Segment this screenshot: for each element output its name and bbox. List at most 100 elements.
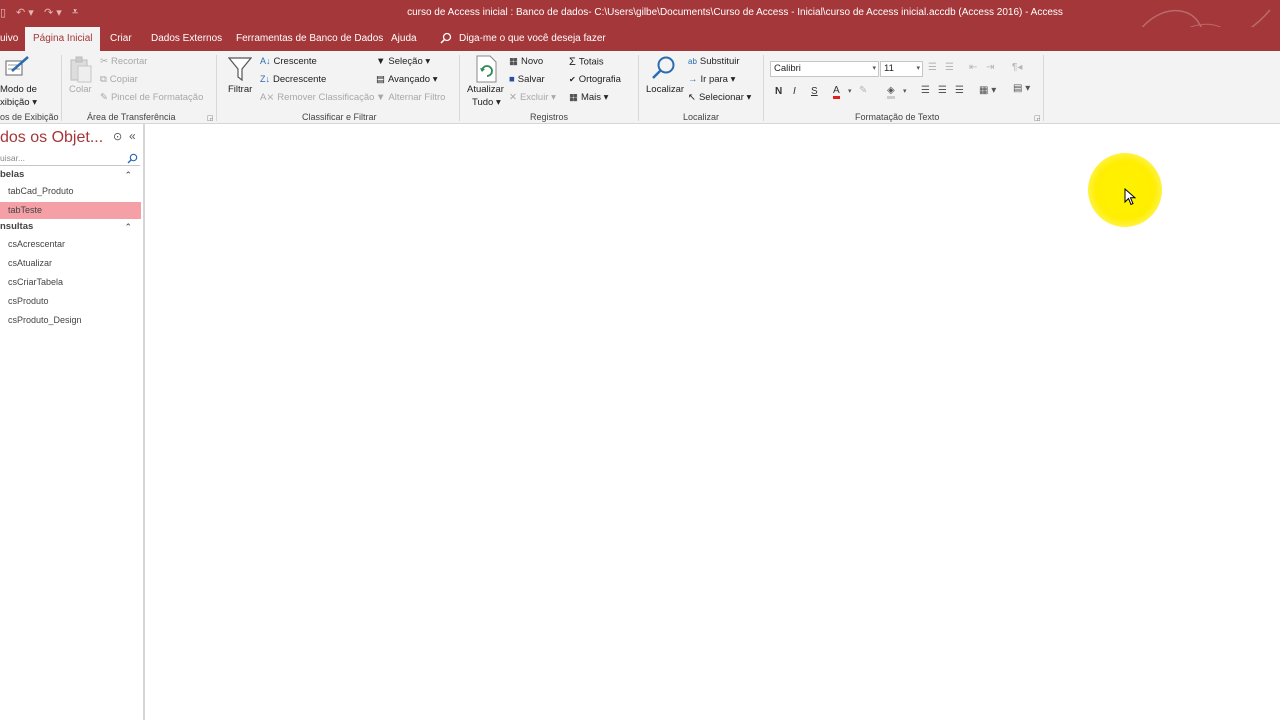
sort-ascending-icon: A↓ xyxy=(260,56,271,67)
font-size-combo[interactable]: 11 ▾ xyxy=(880,61,923,77)
nav-item-csCriarTabela[interactable]: csCriarTabela xyxy=(0,274,141,291)
selection-button[interactable]: ▼ Seleção ▾ xyxy=(376,56,430,67)
rtl-icon[interactable]: ¶◂ xyxy=(1012,62,1022,73)
tab-help[interactable]: Ajuda xyxy=(391,27,417,51)
italic-button[interactable]: I xyxy=(793,86,796,97)
view-button-line2[interactable]: xibição ▾ xyxy=(0,97,37,108)
advanced-label: Avançado xyxy=(387,74,431,86)
underline-button[interactable]: S xyxy=(811,86,818,97)
chevron-circle-down-icon[interactable]: ⊙ xyxy=(113,130,122,143)
tab-external-data[interactable]: Dados Externos xyxy=(151,27,222,51)
paste-button[interactable]: Colar xyxy=(69,84,92,95)
toggle-filter-label: Alternar Filtro xyxy=(388,92,446,104)
collapse-pane-icon[interactable]: « xyxy=(129,129,136,143)
chevron-down-icon: ▾ xyxy=(872,65,876,72)
format-painter-button[interactable]: ✎ Pincel de Formatação xyxy=(100,92,203,103)
search-icon[interactable] xyxy=(127,153,138,164)
toggle-filter-button[interactable]: ▼ Alternar Filtro xyxy=(376,92,445,103)
numbering-icon[interactable]: ☰ xyxy=(945,62,954,73)
copy-button[interactable]: ⧉ Copiar xyxy=(100,74,138,85)
goto-button[interactable]: → Ir para ▾ xyxy=(688,74,735,85)
align-left-icon[interactable]: ☰ xyxy=(921,85,930,96)
tab-home[interactable]: Página Inicial xyxy=(25,27,101,51)
refresh-all-line1[interactable]: Atualizar xyxy=(467,84,504,95)
filter-button[interactable]: Filtrar xyxy=(228,84,252,95)
view-button-line1[interactable]: Modo de xyxy=(0,84,37,95)
nav-group-tables[interactable]: belas ⌃ xyxy=(0,167,140,183)
selection-label: Seleção xyxy=(388,56,423,68)
navigation-pane: dos os Objet... ⊙ « uisar... belas ⌃ tab… xyxy=(0,124,145,720)
views-group-label: os de Exibição xyxy=(0,112,59,122)
save-record-button[interactable]: ■ Salvar xyxy=(509,74,545,85)
new-record-button[interactable]: ▦ Novo xyxy=(509,56,543,67)
text-formatting-launcher-icon[interactable]: ◲ xyxy=(1034,114,1041,122)
mouse-pointer-icon xyxy=(1124,188,1136,206)
nav-item-tabCad_Produto[interactable]: tabCad_Produto xyxy=(0,183,141,200)
delete-record-button[interactable]: ✕ Excluir ▾ xyxy=(509,92,556,103)
highlight-icon[interactable]: ✎ xyxy=(859,85,867,96)
alternate-row-color-icon[interactable]: ▤ ▾ xyxy=(1013,83,1030,94)
text-formatting-group-label: Formatação de Texto xyxy=(855,112,940,122)
spelling-label: Ortografia xyxy=(578,74,621,85)
sort-ascending-button[interactable]: A↓ Crescente xyxy=(260,56,317,67)
spelling-button[interactable]: ✔ Ortografia xyxy=(569,74,621,85)
find-button[interactable]: Localizar xyxy=(646,84,684,95)
more-button[interactable]: ▦ Mais ▾ xyxy=(569,92,608,103)
refresh-all-icon[interactable] xyxy=(474,55,498,83)
gridlines-icon[interactable]: ▦ ▾ xyxy=(979,85,996,96)
remove-sort-button[interactable]: A⨯ Remover Classificação xyxy=(260,92,374,103)
sort-descending-button[interactable]: Z↓ Decrescente xyxy=(260,74,326,85)
font-color-icon[interactable]: A xyxy=(833,85,840,99)
filter-icon[interactable] xyxy=(228,56,252,82)
decrease-indent-icon[interactable]: ⇤ xyxy=(969,62,977,73)
replace-label: Substituir xyxy=(699,56,740,67)
nav-item-csAcrescentar[interactable]: csAcrescentar xyxy=(0,236,141,253)
nav-item-csProduto_Design[interactable]: csProduto_Design xyxy=(0,312,141,329)
selection-filter-icon: ▼ xyxy=(376,56,386,67)
refresh-all-line2[interactable]: Tudo ▾ xyxy=(472,97,501,108)
align-center-icon[interactable]: ☰ xyxy=(938,85,947,96)
arrow-right-icon: → xyxy=(688,74,698,85)
find-icon[interactable] xyxy=(651,55,677,81)
separator xyxy=(638,55,639,121)
search-input[interactable]: uisar... xyxy=(0,151,140,166)
clipboard-launcher-icon[interactable]: ◲ xyxy=(207,114,214,122)
scissors-icon: ✂ xyxy=(100,56,108,67)
advanced-button[interactable]: ▤ Avançado ▾ xyxy=(376,74,438,85)
replace-button[interactable]: ab Substituir xyxy=(688,56,740,67)
tab-database-tools[interactable]: Ferramentas de Banco de Dados xyxy=(236,27,383,51)
delete-icon: ✕ xyxy=(509,92,517,103)
window-title: curso de Access inicial : Banco de dados… xyxy=(407,7,1063,18)
title-bar: ▯ ↶ ▾ ↷ ▾ ⩡ curso de Access inicial : Ba… xyxy=(0,0,1280,41)
align-right-icon[interactable]: ☰ xyxy=(955,85,964,96)
bold-button[interactable]: N xyxy=(775,86,782,97)
nav-item-csProduto[interactable]: csProduto xyxy=(0,293,141,310)
view-mode-icon[interactable] xyxy=(4,55,30,79)
chevron-down-icon[interactable]: ▾ xyxy=(848,87,852,95)
paintbrush-icon: ✎ xyxy=(100,92,108,103)
cut-button[interactable]: ✂ Recortar xyxy=(100,56,147,67)
nav-group-queries[interactable]: nsultas ⌃ xyxy=(0,219,140,235)
increase-indent-icon[interactable]: ⇥ xyxy=(986,62,994,73)
delete-label: Excluir xyxy=(519,92,549,104)
tab-file[interactable]: uivo xyxy=(0,27,18,51)
fill-color-icon[interactable]: ◈ xyxy=(887,85,895,99)
font-name-combo[interactable]: Calibri ▾ xyxy=(770,61,879,77)
refresh-label: Tudo xyxy=(472,97,494,108)
tell-me-box[interactable]: Diga-me o que você deseja fazer xyxy=(459,27,606,51)
format-painter-label: Pincel de Formatação xyxy=(110,92,204,104)
select-button[interactable]: ↖ Selecionar ▾ xyxy=(688,92,751,103)
tell-me-search-icon[interactable] xyxy=(440,27,452,51)
paste-icon[interactable] xyxy=(69,56,93,84)
totals-button[interactable]: Σ Totais xyxy=(569,56,604,68)
save-icon: ■ xyxy=(509,74,515,85)
chevron-down-icon[interactable]: ▾ xyxy=(903,87,907,95)
nav-item-tabTeste[interactable]: tabTeste xyxy=(0,202,141,219)
bullets-icon[interactable]: ☰ xyxy=(928,62,937,73)
records-group-label: Registros xyxy=(530,112,569,122)
navigation-pane-title[interactable]: dos os Objet... xyxy=(0,129,103,147)
tab-create[interactable]: Criar xyxy=(110,27,132,51)
remove-sort-label: Remover Classificação xyxy=(277,92,375,104)
nav-item-csAtualizar[interactable]: csAtualizar xyxy=(0,255,141,272)
ribbon-tabs: uivo Página Inicial Criar Dados Externos… xyxy=(0,27,1280,51)
